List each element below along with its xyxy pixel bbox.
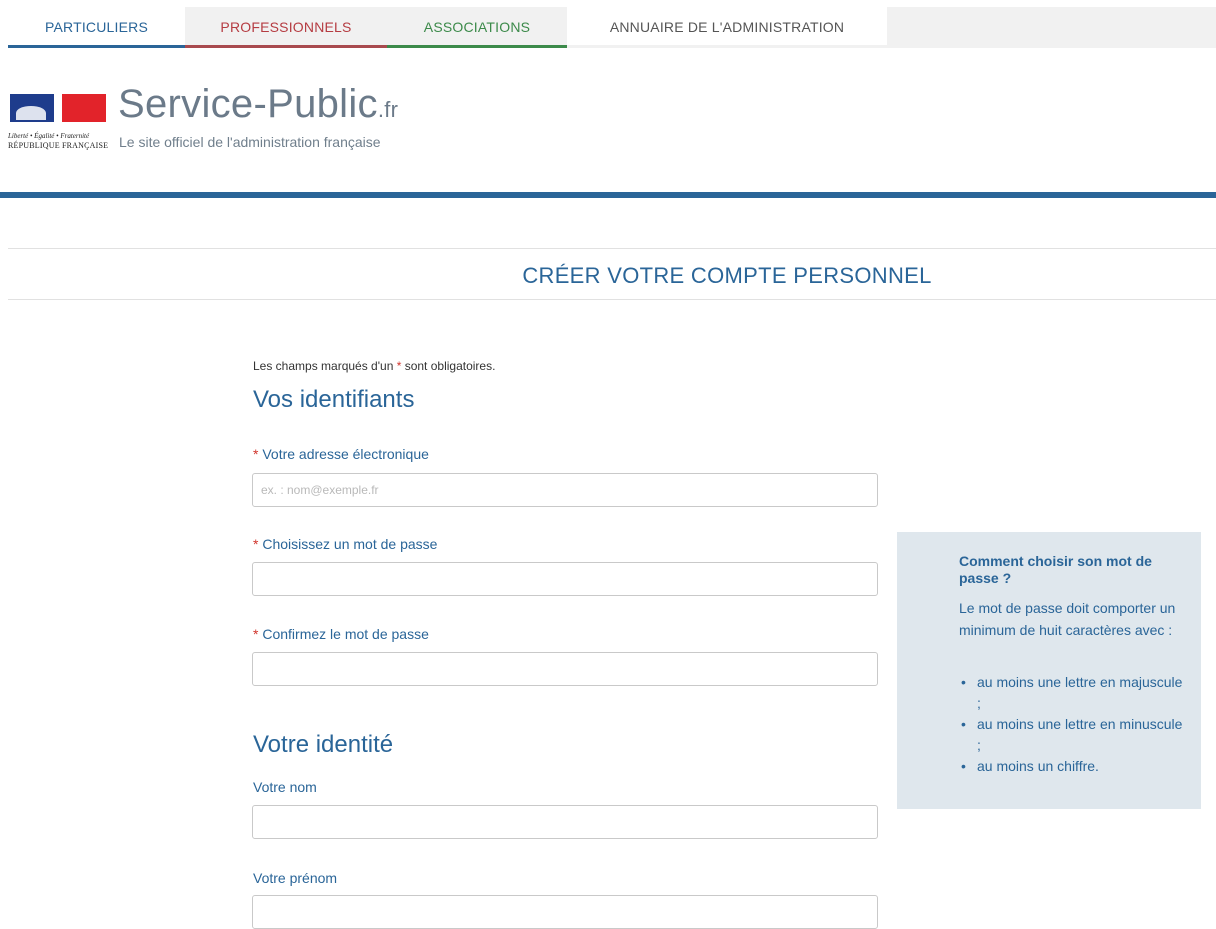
- password-help-box: Comment choisir son mot de passe ? Le mo…: [897, 532, 1201, 809]
- top-navigation: PARTICULIERS PROFESSIONNELS ASSOCIATIONS…: [8, 7, 1216, 48]
- tab-professionnels[interactable]: PROFESSIONNELS: [185, 7, 387, 48]
- republic-motto: Liberté • Égalité • Fraternité: [8, 132, 90, 140]
- page-title: CRÉER VOTRE COMPTE PERSONNEL: [522, 263, 932, 288]
- password-label-text: Choisissez un mot de passe: [262, 536, 438, 552]
- email-label: * Votre adresse électronique: [253, 446, 429, 462]
- password-field[interactable]: [252, 562, 878, 596]
- section-title-identifiants: Vos identifiants: [253, 386, 415, 413]
- password-help-text: Le mot de passe doit comporter un minimu…: [959, 600, 1176, 638]
- nom-label: Votre nom: [253, 779, 317, 795]
- required-note-prefix: Les champs marqués d'un: [253, 359, 397, 373]
- tab-annuaire[interactable]: ANNUAIRE DE L'ADMINISTRATION: [567, 7, 887, 48]
- tab-associations[interactable]: ASSOCIATIONS: [387, 7, 567, 48]
- republique-francaise-label: RÉPUBLIQUE FRANÇAISE: [8, 141, 109, 150]
- site-name-tld: .fr: [377, 97, 399, 122]
- tab-particuliers[interactable]: PARTICULIERS: [8, 7, 185, 48]
- prenom-label: Votre prénom: [253, 870, 338, 886]
- site-tagline: Le site officiel de l'administration fra…: [119, 134, 381, 150]
- header-divider: [0, 192, 1216, 198]
- flag-red-icon: [62, 94, 106, 122]
- confirm-password-label: * Confirmez le mot de passe: [253, 626, 429, 642]
- password-rule-item: au moins une lettre en majuscule ;: [959, 672, 1189, 714]
- required-star: *: [253, 446, 259, 462]
- email-field[interactable]: [252, 473, 878, 507]
- site-name-main: Service-Public: [118, 82, 378, 126]
- required-star: *: [253, 536, 259, 552]
- page-title-band: CRÉER VOTRE COMPTE PERSONNEL: [8, 248, 1216, 300]
- required-note-suffix: sont obligatoires.: [401, 359, 496, 373]
- prenom-field[interactable]: [252, 895, 878, 929]
- marianne-logo-icon: Liberté • Égalité • Fraternité RÉPUBLIQU…: [8, 90, 109, 150]
- password-rules-list: au moins une lettre en majuscule ; au mo…: [959, 672, 1189, 777]
- nom-field[interactable]: [252, 805, 878, 839]
- site-name: Service-Public.fr: [118, 82, 398, 127]
- password-rule-item: au moins un chiffre.: [959, 756, 1189, 777]
- required-fields-note: Les champs marqués d'un * sont obligatoi…: [253, 359, 495, 373]
- email-label-text: Votre adresse électronique: [262, 446, 429, 462]
- site-header-logo[interactable]: Liberté • Égalité • Fraternité RÉPUBLIQU…: [8, 82, 508, 162]
- required-star: *: [253, 626, 259, 642]
- confirm-password-field[interactable]: [252, 652, 878, 686]
- password-label: * Choisissez un mot de passe: [253, 536, 437, 552]
- password-help-title: Comment choisir son mot de passe ?: [959, 553, 1152, 586]
- marianne-profile-icon: [16, 106, 46, 120]
- confirm-password-label-text: Confirmez le mot de passe: [262, 626, 429, 642]
- section-title-identite: Votre identité: [253, 731, 394, 758]
- password-rule-item: au moins une lettre en minuscule ;: [959, 714, 1189, 756]
